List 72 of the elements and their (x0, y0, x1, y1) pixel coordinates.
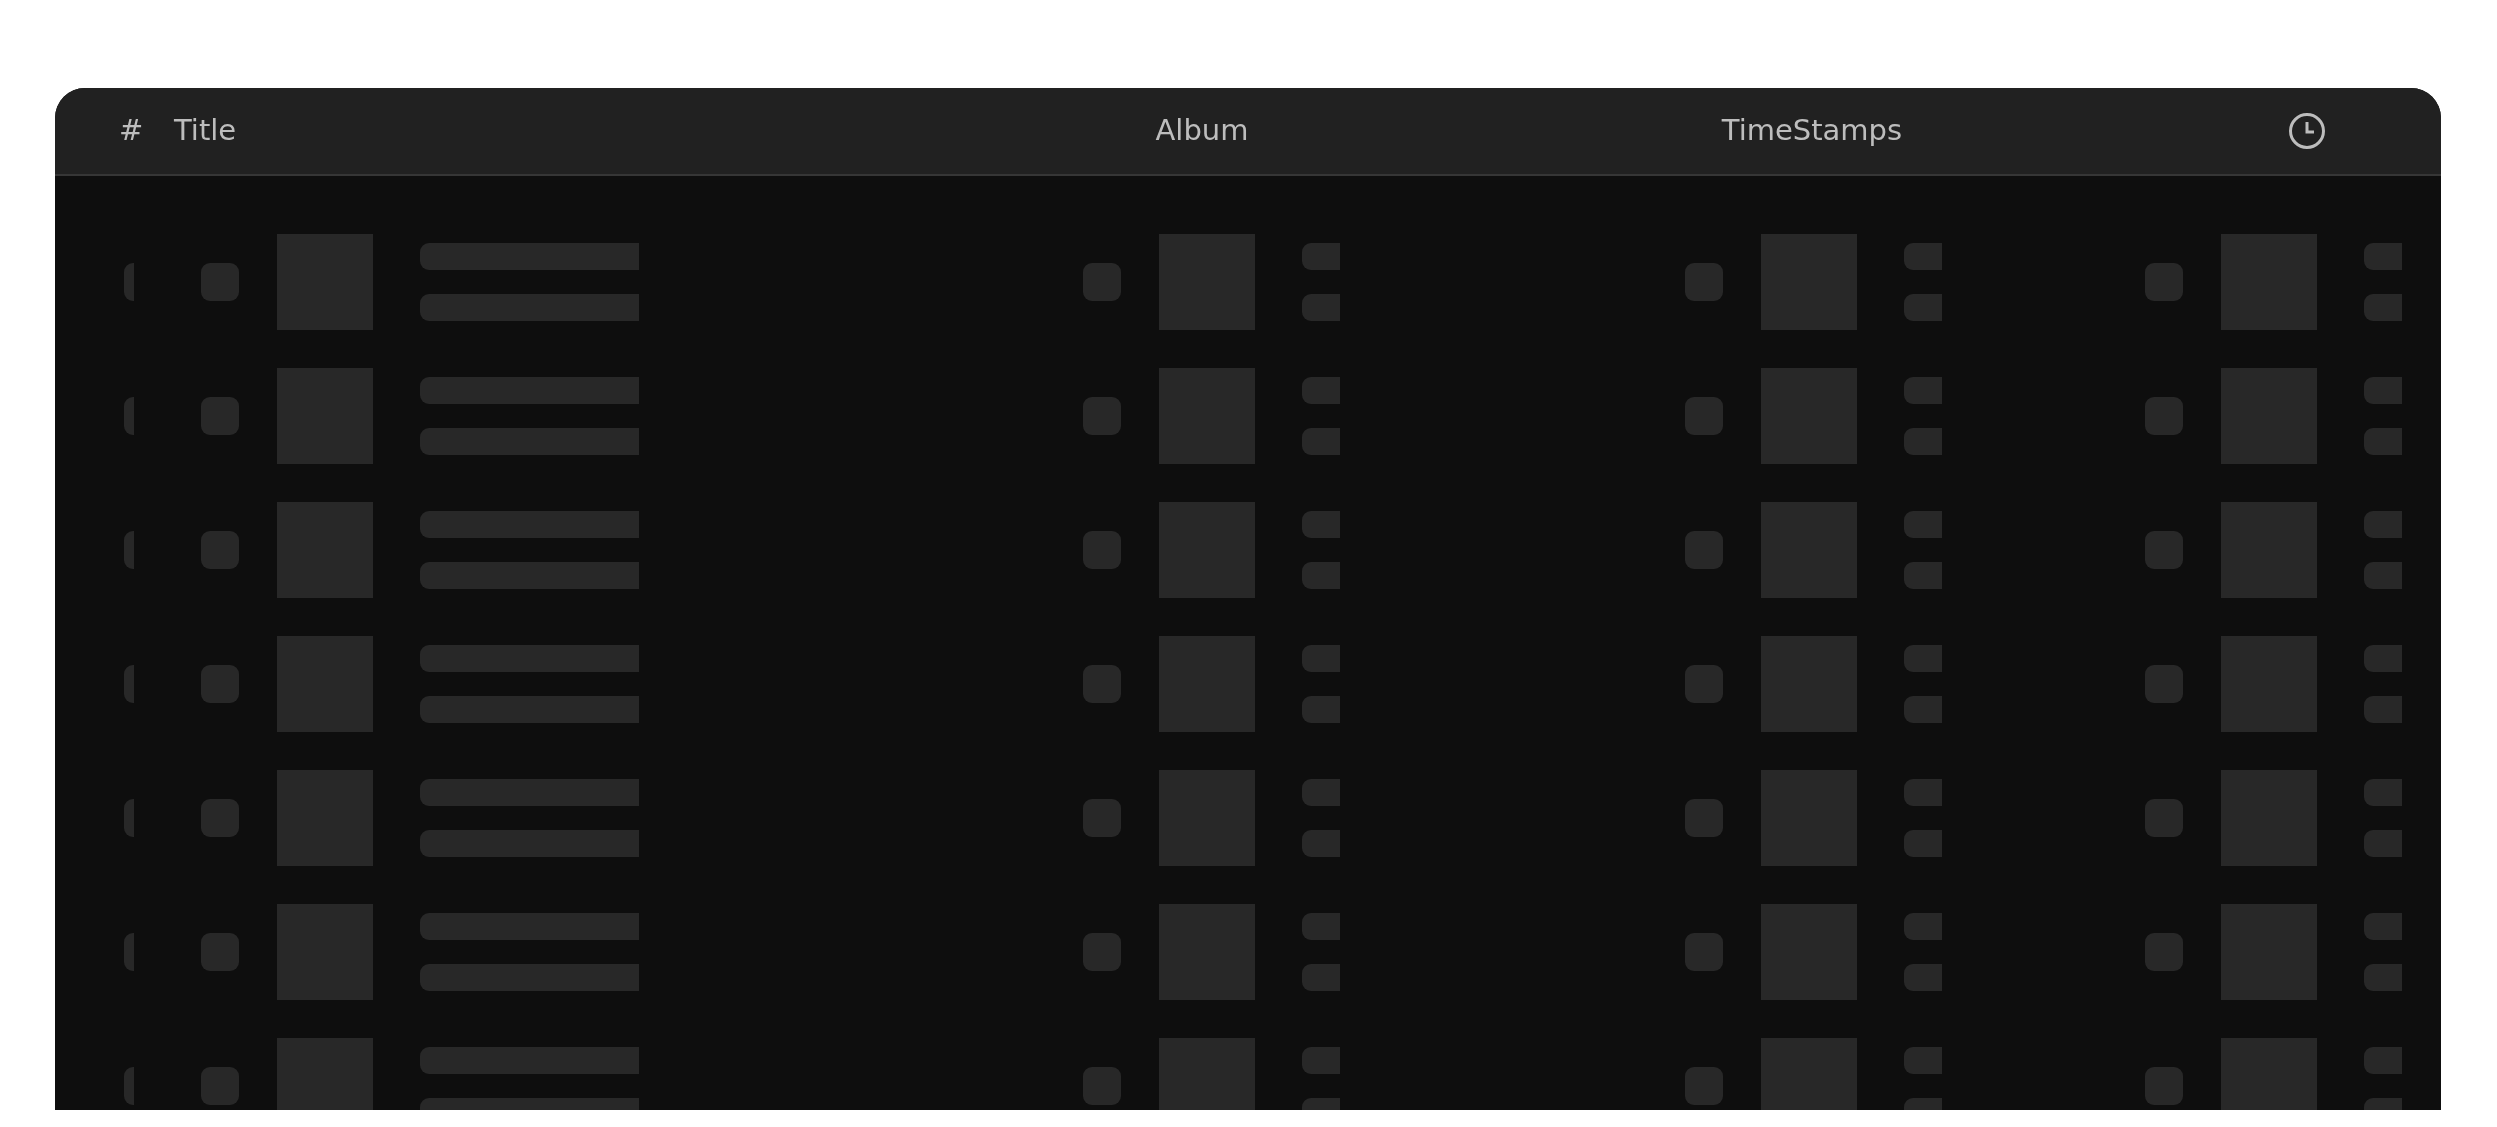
placeholder-square (201, 397, 239, 435)
placeholder-square (1083, 799, 1121, 837)
placeholder-bar (2364, 779, 2402, 806)
placeholder-square (201, 263, 239, 301)
placeholder-square (201, 799, 239, 837)
placeholder-square (2145, 1067, 2183, 1105)
placeholder-bar (2364, 913, 2402, 940)
placeholder-bar (2364, 1047, 2402, 1074)
placeholder-square (1083, 1067, 1121, 1105)
placeholder-square (201, 1067, 239, 1105)
placeholder-bar (1904, 511, 1942, 538)
column-header: Album (1155, 113, 1249, 148)
placeholder-square (2145, 799, 2183, 837)
placeholder-square (1685, 1067, 1723, 1105)
placeholder-bar (1904, 294, 1942, 321)
placeholder-bar (2364, 645, 2402, 672)
placeholder-bar (2364, 294, 2402, 321)
placeholder-square (1685, 933, 1723, 971)
placeholder-bar (1904, 830, 1942, 857)
placeholder-square (2145, 397, 2183, 435)
placeholder-bar (2364, 243, 2402, 270)
placeholder-bar (1904, 913, 1942, 940)
placeholder-square (2145, 933, 2183, 971)
placeholder-square (201, 665, 239, 703)
placeholder-square (2145, 263, 2183, 301)
placeholder-bar (1904, 428, 1942, 455)
placeholder-bar (2364, 428, 2402, 455)
placeholder-square (1685, 531, 1723, 569)
placeholder-square (1083, 665, 1121, 703)
placeholder-bar (1302, 428, 1340, 455)
placeholder-bar (2364, 377, 2402, 404)
placeholder-square (1685, 263, 1723, 301)
placeholder-bar (1302, 779, 1340, 806)
placeholder-bar (1904, 562, 1942, 589)
placeholder-square (1083, 263, 1121, 301)
clock-icon (2288, 112, 2326, 150)
placeholder-square (1685, 397, 1723, 435)
placeholder-bar (1904, 964, 1942, 991)
placeholder-square (1083, 531, 1121, 569)
placeholder-bar (2364, 964, 2402, 991)
placeholder-bar (1302, 562, 1340, 589)
placeholder-square (2145, 665, 2183, 703)
placeholder-bar (2364, 562, 2402, 589)
placeholder-bar (1904, 243, 1942, 270)
placeholder-bar (2364, 696, 2402, 723)
placeholder-square (2145, 531, 2183, 569)
placeholder-square (1685, 665, 1723, 703)
column-header: Title (174, 113, 237, 148)
placeholder-square (201, 933, 239, 971)
placeholder-square (1685, 799, 1723, 837)
column-header: # (119, 113, 144, 148)
placeholder-bar (2364, 830, 2402, 857)
placeholder-square (201, 531, 239, 569)
placeholder-bar (1302, 1047, 1340, 1074)
placeholder-bar (1302, 645, 1340, 672)
placeholder-bar (2364, 511, 2402, 538)
placeholder-bar (1302, 913, 1340, 940)
placeholder-bar (1302, 377, 1340, 404)
placeholder-bar (1904, 377, 1942, 404)
placeholder-bar (1904, 779, 1942, 806)
placeholder-bar (1904, 1047, 1942, 1074)
placeholder-bar (1302, 696, 1340, 723)
placeholder-bar (1904, 696, 1942, 723)
placeholder-square (1083, 933, 1121, 971)
placeholder-bar (1302, 511, 1340, 538)
placeholder-bar (1302, 830, 1340, 857)
placeholder-bar (1302, 964, 1340, 991)
placeholder-bar (1904, 645, 1942, 672)
placeholder-square (1083, 397, 1121, 435)
column-header: TimeStamps (1721, 113, 1903, 148)
placeholder-bar (1302, 243, 1340, 270)
placeholder-bar (1302, 294, 1340, 321)
